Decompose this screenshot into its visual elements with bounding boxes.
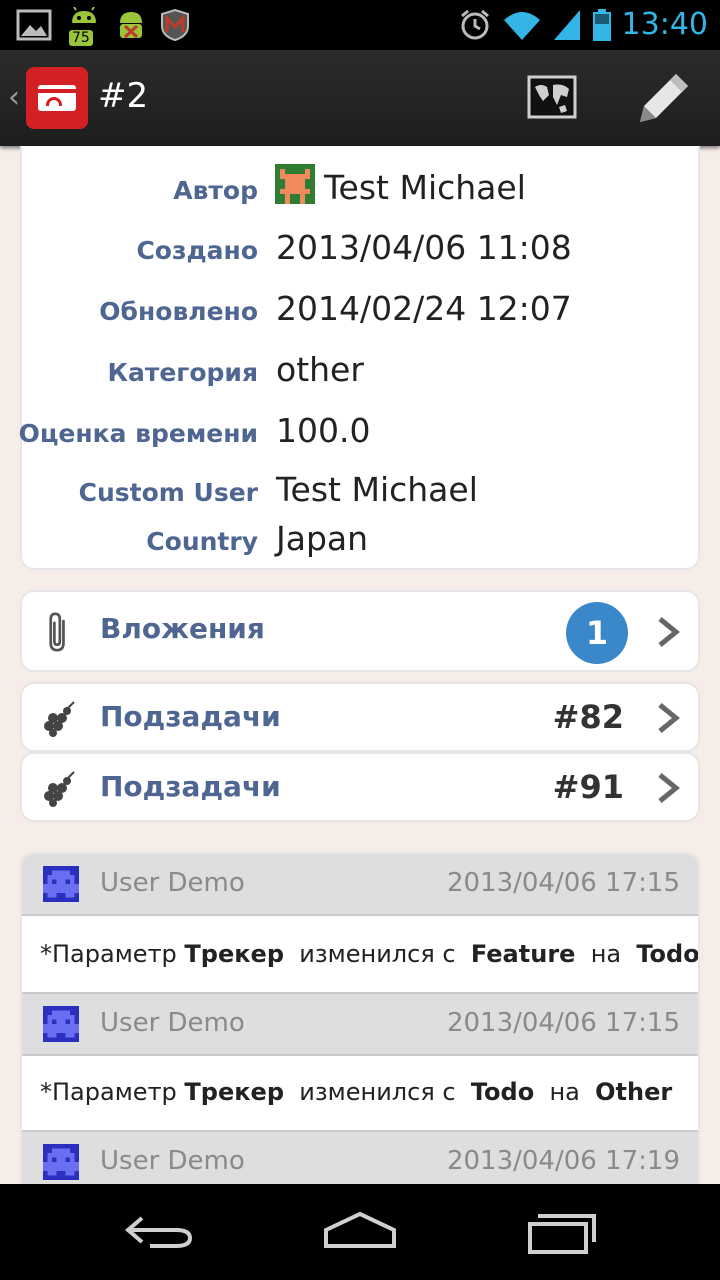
detail-value: 100.0 bbox=[276, 411, 371, 450]
issue-details-card: Автор Test Michael Создано 2013/04/06 11… bbox=[19, 146, 702, 570]
detail-label: Автор bbox=[173, 176, 258, 205]
map-icon[interactable] bbox=[527, 75, 577, 119]
action-bar: ‹ #2 bbox=[0, 50, 720, 146]
detail-value: 2014/02/24 12:07 bbox=[276, 289, 572, 328]
user-avatar-icon bbox=[275, 164, 315, 204]
status-bar: 75 13:40 bbox=[0, 0, 720, 50]
journal-date: 2013/04/06 17:19 bbox=[446, 1146, 680, 1176]
gallery-icon bbox=[16, 9, 52, 41]
battery-icon bbox=[592, 9, 611, 41]
detail-row-updated: Обновлено 2014/02/24 12:07 bbox=[22, 285, 702, 335]
journal-date: 2013/04/06 17:15 bbox=[446, 1008, 680, 1038]
journal-text-to: на bbox=[549, 1078, 580, 1106]
user-avatar-icon bbox=[43, 866, 79, 902]
detail-label: Создано bbox=[136, 236, 258, 265]
journal-entry-text: *Параметр Трекер изменился с Feature на … bbox=[40, 916, 698, 992]
journal-text-changed-from: изменился с bbox=[299, 1078, 456, 1106]
wifi-icon bbox=[503, 12, 540, 40]
app-card-icon bbox=[26, 67, 88, 129]
journal-old-value: Todo bbox=[470, 1078, 535, 1106]
mcafee-icon bbox=[161, 8, 189, 42]
journal-entry-header: User Demo 2013/04/06 17:19 bbox=[22, 1130, 698, 1190]
detail-value: 2013/04/06 11:08 bbox=[276, 228, 572, 267]
paperclip-icon bbox=[49, 612, 65, 652]
navigation-bar bbox=[0, 1184, 720, 1280]
attachments-count-badge: 1 bbox=[566, 602, 628, 664]
detail-label: Категория bbox=[107, 358, 258, 387]
notification-badge-count: 75 bbox=[69, 30, 93, 46]
attachments-row[interactable]: Вложения 1 bbox=[20, 590, 700, 672]
subtask-number: #91 bbox=[552, 768, 624, 806]
android-update-icon: 75 bbox=[66, 6, 102, 46]
journal-old-value: Feature bbox=[470, 940, 576, 968]
detail-row-country: Country Japan bbox=[22, 515, 702, 565]
detail-row-created: Создано 2013/04/06 11:08 bbox=[22, 224, 702, 274]
subtask-label: Подзадачи bbox=[100, 770, 281, 803]
back-icon[interactable] bbox=[120, 1206, 200, 1258]
chevron-right-icon bbox=[658, 773, 680, 803]
detail-label: Обновлено bbox=[99, 297, 258, 326]
detail-row-estimate: Оценка времени 100.0 bbox=[19, 407, 702, 457]
chevron-left-icon: ‹ bbox=[8, 80, 20, 115]
journal-new-value: Other bbox=[595, 1078, 673, 1106]
detail-row-custom-user: Custom User Test Michael bbox=[22, 466, 702, 516]
journal-user: User Demo bbox=[100, 868, 245, 898]
detail-value: Japan bbox=[276, 519, 369, 558]
journal-text-prefix: *Параметр bbox=[40, 940, 177, 968]
journal-entry-header: User Demo 2013/04/06 17:15 bbox=[22, 992, 698, 1056]
detail-label: Оценка времени bbox=[18, 419, 258, 448]
detail-value: Test Michael bbox=[276, 470, 478, 509]
detail-row-category: Категория other bbox=[22, 346, 702, 396]
status-time: 13:40 bbox=[621, 7, 708, 42]
journal-entry-header: User Demo 2013/04/06 17:15 bbox=[22, 854, 698, 916]
chevron-right-icon bbox=[658, 703, 680, 733]
journal-text-changed-from: изменился с bbox=[299, 940, 456, 968]
signal-icon bbox=[553, 10, 580, 40]
journal-date: 2013/04/06 17:15 bbox=[446, 868, 680, 898]
journal-new-value: Todo bbox=[636, 940, 700, 968]
edit-pencil-icon[interactable] bbox=[636, 70, 692, 126]
page-title: #2 bbox=[98, 76, 149, 116]
alarm-icon bbox=[460, 9, 489, 40]
android-debug-icon bbox=[120, 12, 142, 39]
journal-user: User Demo bbox=[100, 1146, 245, 1176]
journal-entry-text: *Параметр Трекер изменился с Todo на Oth… bbox=[40, 1054, 690, 1130]
home-icon[interactable] bbox=[320, 1206, 400, 1258]
attachments-label: Вложения bbox=[100, 612, 265, 645]
subtask-row[interactable]: Подзадачи #91 bbox=[20, 752, 700, 822]
detail-value: other bbox=[276, 350, 364, 389]
detail-value: Test Michael bbox=[324, 168, 526, 207]
journal-user: User Demo bbox=[100, 1008, 245, 1038]
subtask-row[interactable]: Подзадачи #82 bbox=[20, 682, 700, 752]
recent-apps-icon[interactable] bbox=[522, 1206, 602, 1258]
grapes-icon bbox=[44, 771, 75, 807]
journal-list: User Demo 2013/04/06 17:15 *Параметр Тре… bbox=[20, 852, 700, 1192]
detail-label: Country bbox=[146, 527, 258, 556]
detail-row-author: Автор Test Michael bbox=[22, 164, 702, 214]
journal-text-to: на bbox=[590, 940, 622, 968]
subtask-number: #82 bbox=[552, 698, 624, 736]
user-avatar-icon bbox=[43, 1144, 79, 1180]
user-avatar-icon bbox=[43, 1006, 79, 1042]
chevron-right-icon bbox=[658, 617, 680, 647]
subtask-label: Подзадачи bbox=[100, 700, 281, 733]
detail-label: Custom User bbox=[78, 478, 258, 507]
journal-field: Трекер bbox=[184, 1078, 284, 1106]
grapes-icon bbox=[44, 701, 75, 737]
journal-text-prefix: *Параметр bbox=[40, 1078, 177, 1106]
journal-field: Трекер bbox=[184, 940, 284, 968]
